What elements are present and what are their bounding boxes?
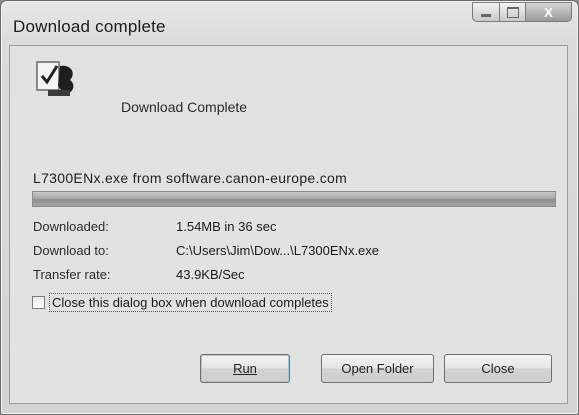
close-icon: X: [544, 4, 553, 20]
close-when-complete-option[interactable]: Close this dialog box when download comp…: [32, 293, 332, 312]
open-folder-button-label: Open Folder: [341, 361, 414, 376]
close-button-label: Close: [481, 361, 515, 376]
transfer-rate-value: 43.9KB/Sec: [176, 267, 245, 282]
download-progress-bar: [32, 191, 556, 207]
title-bar[interactable]: Download complete X: [1, 1, 578, 37]
maximize-button[interactable]: [500, 2, 526, 22]
download-to-label: Download to:: [33, 243, 109, 258]
download-to-value: C:\Users\Jim\Dow...\L7300ENx.exe: [176, 243, 380, 258]
caption-buttons: X: [472, 2, 572, 24]
minimize-button[interactable]: [472, 2, 500, 22]
transfer-rate-label: Transfer rate:: [33, 267, 111, 282]
download-source: L7300ENx.exe from software.canon-europe.…: [33, 170, 348, 186]
minimize-icon: [481, 14, 491, 17]
dialog-body: Download Complete L7300ENx.exe from soft…: [9, 45, 568, 404]
progress-fill: [33, 192, 555, 206]
download-complete-dialog: Download complete X Download Complete L7…: [0, 0, 579, 415]
open-folder-button[interactable]: Open Folder: [321, 354, 434, 383]
downloaded-row: Downloaded: 1.54MB in 36 sec: [33, 219, 276, 234]
download-to-row: Download to: C:\Users\Jim\Dow...\L7300EN…: [33, 243, 379, 258]
window-title: Download complete: [13, 17, 166, 36]
run-button[interactable]: Run: [200, 354, 290, 383]
transfer-rate-row: Transfer rate: 43.9KB/Sec: [33, 267, 245, 282]
maximize-icon: [506, 6, 519, 18]
close-when-complete-checkbox[interactable]: [32, 296, 45, 309]
downloaded-value: 1.54MB in 36 sec: [176, 219, 277, 234]
close-window-button[interactable]: X: [526, 2, 572, 22]
downloaded-label: Downloaded:: [33, 219, 109, 234]
header-text: Download Complete: [121, 99, 248, 115]
close-when-complete-label[interactable]: Close this dialog box when download comp…: [49, 293, 332, 312]
run-button-label: Run: [233, 361, 257, 376]
close-button[interactable]: Close: [444, 354, 552, 383]
download-complete-icon: [36, 61, 74, 96]
